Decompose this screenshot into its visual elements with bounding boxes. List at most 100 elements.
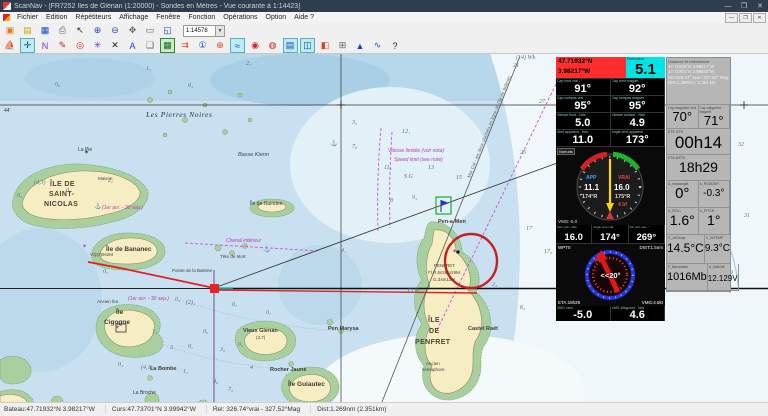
- beaufort-value: 4 bf: [618, 202, 627, 208]
- menu-item[interactable]: Edition: [42, 14, 71, 21]
- true-wind-angle: 175°R: [615, 194, 630, 200]
- currents-icon[interactable]: ⇉: [178, 38, 193, 53]
- new-chart-icon[interactable]: ▣: [3, 23, 18, 38]
- mob-icon[interactable]: ⊕: [213, 38, 228, 53]
- wind-vmg-value: VMG:-5.0: [558, 219, 577, 224]
- distance-bearing-display: Distance et relèvement 47.71932°N 3.9821…: [667, 58, 730, 105]
- tide-icon[interactable]: ≈: [230, 38, 245, 53]
- print-icon[interactable]: ⎙: [55, 23, 70, 38]
- apparent-wind-angle: 174°R: [582, 194, 597, 200]
- compass-icon[interactable]: ◉: [248, 38, 263, 53]
- menu-item[interactable]: Affichage: [115, 14, 152, 21]
- menu-item[interactable]: Répétiteurs: [71, 14, 115, 21]
- mdi-close-button[interactable]: ✕: [753, 13, 766, 23]
- toolbar-navigation: ⛵✛N✎◎✳✕A❏▦⇉①⊕≈◉◍▤◫◧⊞▲∿?: [0, 38, 768, 54]
- lifebuoy-icon[interactable]: ◍: [265, 38, 280, 53]
- water-temp-display: C_WTEMP9.3°C: [705, 235, 731, 264]
- help-pointer-icon[interactable]: ↖: [73, 23, 88, 38]
- true-wind-label: VRAI: [618, 175, 630, 181]
- mdi-minimize-button[interactable]: —: [725, 13, 738, 23]
- goto-icon[interactable]: ◎: [73, 38, 88, 53]
- roll-display: A_ROLL1.6°: [667, 208, 699, 235]
- status-boat-position: Bateau:47.71932°N 3.98217°W: [4, 406, 95, 413]
- zoom-in-icon[interactable]: ⊕: [90, 23, 105, 38]
- waypoint-eta: ETA:18h29: [558, 300, 580, 305]
- depth-display: Profondeur 5.1: [626, 57, 665, 78]
- chart-document-icon: [3, 14, 10, 21]
- zoom-out-icon[interactable]: ⊖: [108, 23, 123, 38]
- apparent-wind-label: APP: [586, 175, 596, 181]
- true-wind-speed: 16.0: [614, 183, 630, 192]
- overview-icon[interactable]: ◫: [300, 38, 315, 53]
- instrument-panel-left: 47.71932°N 3.98217°W Profondeur 5.1 Cap …: [556, 57, 665, 321]
- gps-position-display: 47.71932°N 3.98217°W: [556, 57, 626, 78]
- menu-item[interactable]: Fonction: [184, 14, 219, 21]
- pan-icon[interactable]: ✥: [125, 23, 140, 38]
- scale-combobox[interactable]: 1:14578 ▼: [183, 25, 225, 37]
- menu-item[interactable]: Fenêtre: [152, 14, 184, 21]
- scale-value: 1:14578: [186, 28, 208, 34]
- delete-route-icon[interactable]: ✕: [108, 38, 123, 53]
- select-rect-icon[interactable]: ▭: [143, 23, 158, 38]
- mast-angle-display: A_mastangle0°: [667, 181, 699, 208]
- tide-curve-icon[interactable]: ∿: [370, 38, 385, 53]
- grid-icon[interactable]: ⊞: [335, 38, 350, 53]
- wind-dial-graphic: [556, 147, 665, 225]
- waypoint-compass-dial: WPT0 DIST:1.5nm <<20° ETA:18h29 VMG:4.6k…: [556, 244, 665, 306]
- open-icon[interactable]: ▤: [20, 23, 35, 38]
- cap-waypoint-mag-display: Cap waypoint Magnét71°: [699, 105, 731, 129]
- wind-compass-dial: Noeuds APP VRAI 11.1 16.0 174°R 175°R 4 …: [556, 147, 665, 225]
- info-icon[interactable]: ①: [195, 38, 210, 53]
- route-icon[interactable]: N: [38, 38, 53, 53]
- text-icon[interactable]: A: [125, 38, 140, 53]
- cog-true-display: Cap fond vrai - °91°: [556, 79, 611, 95]
- search-icon[interactable]: ?: [388, 38, 403, 53]
- boat-icon[interactable]: ⛵: [3, 38, 18, 53]
- waypoint-vmg: VMG:4.6kt: [642, 300, 663, 305]
- maximize-button[interactable]: ❐: [736, 2, 752, 10]
- wind-dial-units-tag: Noeuds: [557, 148, 575, 155]
- landmark-icon[interactable]: ▲: [353, 38, 368, 53]
- sog-display: Vitesse fond - Nds5.0: [556, 113, 611, 129]
- apparent-wind-speed: 11.1: [584, 183, 599, 192]
- minimize-button[interactable]: —: [720, 3, 736, 10]
- ete-gps-display: ETE GPS00h14: [667, 129, 730, 155]
- battery-voltage-display: U_BatVolt12.129V: [708, 264, 739, 291]
- cap-waypoint-true-display: Cap waypoint Vrai70°: [667, 105, 699, 129]
- stw-display: Vitesse surface - Nds4.9: [611, 113, 666, 129]
- status-distance: Dist:1.269nm (2.351km): [317, 406, 386, 413]
- menu-item[interactable]: Fichier: [13, 14, 42, 21]
- waypoint-distance: DIST:1.5nm: [639, 245, 663, 250]
- zoom-window-icon[interactable]: ◱: [160, 23, 175, 38]
- save-icon[interactable]: ▦: [38, 23, 53, 38]
- status-bearing: Rel: 326.74°vrai - 327.52°Mag: [213, 406, 300, 413]
- heading-true-display: Cap compas vrai95°: [556, 96, 611, 112]
- status-bar: Bateau:47.71932°N 3.98217°W Curs:47.7370…: [0, 402, 768, 416]
- waypoint-steer-delta: <<20°: [556, 271, 665, 280]
- heading-mag-display: Cap compas magnét95°: [611, 96, 666, 112]
- menu-item[interactable]: Option: [262, 14, 291, 21]
- mdi-restore-button[interactable]: ❐: [739, 13, 752, 23]
- center-boat-icon[interactable]: ✛: [20, 38, 35, 53]
- close-button[interactable]: ✕: [752, 2, 768, 10]
- chart-select-icon[interactable]: ▦: [160, 38, 175, 53]
- toolbar-main: ▣▤▦⎙↖⊕⊖✥▭◱ 1:14578 ▼: [0, 23, 768, 39]
- vmg-wind-display: VMG vent-5.0: [556, 306, 611, 321]
- apparent-wind-speed-display: Vent apparent - Nds11.0: [556, 130, 611, 146]
- menu-item[interactable]: Aide ?: [290, 14, 318, 21]
- repeaters-icon[interactable]: ◧: [318, 38, 333, 53]
- draw-icon[interactable]: ✎: [55, 38, 70, 53]
- app-logo-icon: [3, 2, 11, 10]
- layers-icon[interactable]: ❏: [143, 38, 158, 53]
- barometer-display: F_Barometer1016Mb: [667, 264, 708, 291]
- cog-mag-display: Cap fond magnét - °92°: [611, 79, 666, 95]
- apparent-wind-angle-display: Angle vent apparent173°: [611, 130, 666, 146]
- air-temp-display: C_AirTemp14.5°C: [667, 235, 705, 264]
- instrument-panel-right: Distance et relèvement 47.71932°N 3.9821…: [666, 57, 731, 292]
- title-bar: ScanNav - [FR7252 Îles de Glénan (1:2000…: [0, 0, 768, 12]
- logbook-icon[interactable]: ▤: [283, 38, 298, 53]
- chevron-down-icon: ▼: [215, 26, 224, 36]
- menu-item[interactable]: Opérations: [219, 14, 261, 21]
- nautical-chart[interactable]: Mor Cré - les deux clochers en ligne de …: [0, 0, 768, 415]
- network-icon[interactable]: ✳: [90, 38, 105, 53]
